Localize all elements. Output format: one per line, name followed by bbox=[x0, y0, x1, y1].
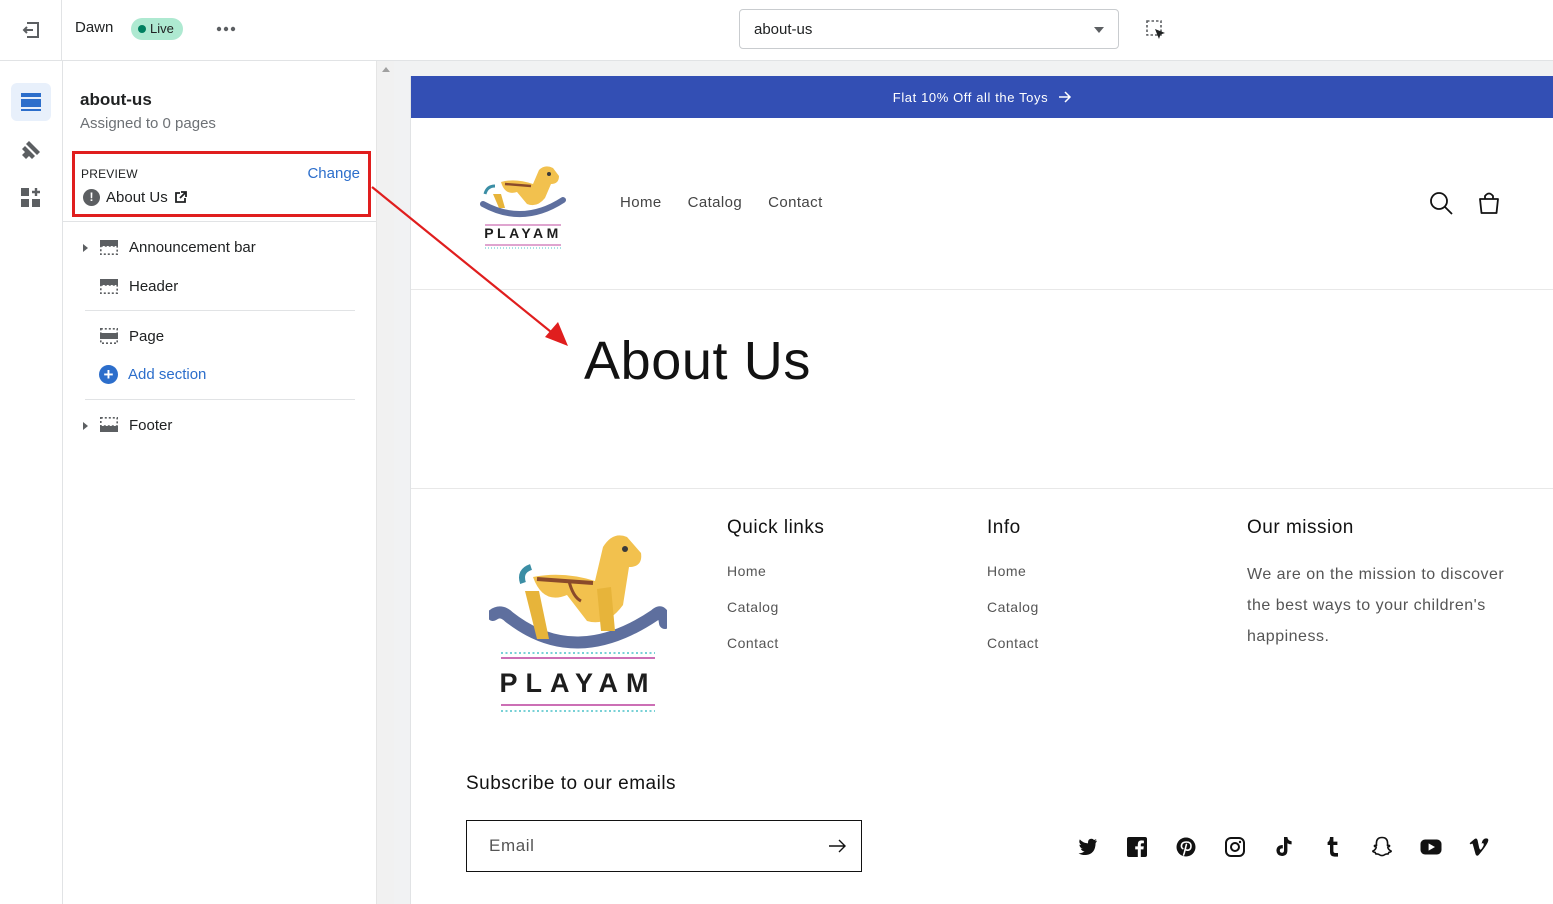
expand-icon bbox=[83, 239, 93, 256]
exit-button[interactable] bbox=[0, 0, 62, 60]
store-footer: PLAYAM Quick links Home Catalog Contact … bbox=[411, 488, 1553, 904]
status-badge: Live bbox=[131, 18, 183, 40]
social-icons bbox=[1076, 835, 1492, 859]
newsletter-heading: Subscribe to our emails bbox=[466, 773, 677, 794]
theme-name: Dawn bbox=[75, 19, 114, 36]
template-title: about-us bbox=[80, 90, 152, 109]
expand-icon bbox=[83, 417, 93, 434]
nav-link-catalog[interactable]: Catalog bbox=[688, 194, 743, 211]
section-footer[interactable]: Footer bbox=[83, 413, 172, 437]
exit-icon bbox=[22, 22, 39, 38]
header-section-icon bbox=[99, 279, 118, 294]
inspector-button[interactable] bbox=[1142, 16, 1170, 44]
search-icon[interactable] bbox=[1428, 190, 1454, 216]
external-link-icon bbox=[174, 191, 187, 203]
nav-link-home[interactable]: Home bbox=[620, 194, 662, 211]
nav-link-contact[interactable]: Contact bbox=[768, 194, 823, 211]
editor-icon-rail bbox=[0, 61, 63, 904]
tiktok-icon[interactable] bbox=[1272, 835, 1296, 859]
svg-text:PLAYAM: PLAYAM bbox=[484, 225, 562, 241]
pinterest-icon[interactable] bbox=[1174, 835, 1198, 859]
footer-section-icon bbox=[99, 416, 118, 432]
store-preview-frame: Flat 10% Off all the Toys PLAYAM Home Ca bbox=[410, 76, 1553, 904]
assigned-pages-text: Assigned to 0 pages bbox=[80, 115, 216, 132]
footer-link-contact[interactable]: Contact bbox=[727, 635, 824, 651]
cart-icon[interactable] bbox=[1476, 190, 1502, 216]
email-input[interactable] bbox=[467, 821, 817, 871]
page-template-select[interactable]: about-us bbox=[739, 9, 1119, 49]
brand-logo[interactable]: PLAYAM bbox=[475, 152, 571, 252]
plus-circle-icon: + bbox=[99, 365, 118, 384]
preview-panel: PREVIEW Change ! About Us bbox=[72, 151, 371, 217]
paint-brush-icon bbox=[22, 141, 40, 159]
youtube-icon[interactable] bbox=[1419, 835, 1443, 859]
chevron-down-icon bbox=[1094, 27, 1104, 33]
scroll-up-icon[interactable] bbox=[382, 67, 390, 72]
theme-settings-tab[interactable] bbox=[11, 131, 51, 169]
select-inspector-icon bbox=[1146, 20, 1165, 39]
footer-info: Info Home Catalog Contact bbox=[987, 517, 1039, 671]
facebook-icon[interactable] bbox=[1125, 835, 1149, 859]
footer-mission: Our mission We are on the mission to dis… bbox=[1247, 517, 1507, 652]
page-template-select-value: about-us bbox=[754, 21, 813, 38]
footer-link-catalog[interactable]: Catalog bbox=[727, 599, 824, 615]
change-preview-button[interactable]: Change bbox=[307, 165, 360, 182]
section-label: Page bbox=[129, 327, 165, 345]
newsletter-form bbox=[466, 820, 862, 872]
footer-heading: Info bbox=[987, 517, 1021, 538]
arrow-right-icon[interactable] bbox=[827, 836, 847, 856]
add-section-button[interactable]: + Add section bbox=[99, 365, 206, 384]
footer-link-home[interactable]: Home bbox=[987, 563, 1039, 579]
main-nav: Home Catalog Contact bbox=[620, 194, 823, 211]
preview-page-link[interactable]: ! About Us bbox=[83, 189, 187, 206]
apps-icon bbox=[21, 188, 40, 207]
section-header[interactable]: Header bbox=[83, 274, 178, 298]
editor-topbar: Dawn Live about-us bbox=[0, 0, 1553, 61]
page-title: About Us bbox=[584, 331, 811, 391]
sections-sidebar: about-us Assigned to 0 pages PREVIEW Cha… bbox=[63, 61, 376, 904]
divider bbox=[85, 399, 355, 400]
sections-tab[interactable] bbox=[11, 83, 51, 121]
header-section-icon bbox=[99, 240, 118, 255]
section-page[interactable]: Page bbox=[83, 324, 164, 348]
tumblr-icon[interactable] bbox=[1321, 835, 1345, 859]
store-header: PLAYAM Home Catalog Contact bbox=[411, 118, 1553, 290]
apps-tab[interactable] bbox=[11, 179, 51, 217]
preview-page-name: About Us bbox=[106, 189, 168, 206]
arrow-right-icon bbox=[1059, 91, 1072, 103]
more-actions-button[interactable] bbox=[212, 18, 240, 40]
preview-canvas: Flat 10% Off all the Toys PLAYAM Home Ca bbox=[394, 61, 1553, 904]
more-horizontal-icon bbox=[216, 26, 236, 32]
sections-icon bbox=[21, 93, 41, 111]
alert-icon: ! bbox=[83, 189, 100, 206]
footer-brand-logo[interactable]: PLAYAM bbox=[489, 527, 667, 719]
mission-text: We are on the mission to discover the be… bbox=[1247, 566, 1505, 645]
template-section-icon bbox=[99, 327, 118, 344]
divider bbox=[63, 221, 376, 222]
section-label: Footer bbox=[129, 416, 173, 434]
section-label: Announcement bar bbox=[129, 238, 256, 256]
footer-link-catalog[interactable]: Catalog bbox=[987, 599, 1039, 615]
footer-heading: Quick links bbox=[727, 517, 825, 538]
footer-heading: Our mission bbox=[1247, 517, 1354, 538]
add-section-label: Add section bbox=[128, 366, 207, 383]
divider bbox=[85, 310, 355, 311]
announcement-text: Flat 10% Off all the Toys bbox=[892, 89, 1049, 105]
footer-link-contact[interactable]: Contact bbox=[987, 635, 1039, 651]
announcement-bar[interactable]: Flat 10% Off all the Toys bbox=[411, 76, 1553, 118]
svg-text:PLAYAM: PLAYAM bbox=[499, 668, 656, 698]
section-announcement-bar[interactable]: Announcement bar bbox=[83, 235, 256, 259]
sidebar-scrollbar[interactable] bbox=[376, 61, 394, 904]
live-dot bbox=[138, 25, 146, 33]
section-label: Header bbox=[129, 277, 179, 295]
snapchat-icon[interactable] bbox=[1370, 835, 1394, 859]
vimeo-icon[interactable] bbox=[1468, 835, 1492, 859]
footer-quick-links: Quick links Home Catalog Contact bbox=[727, 517, 824, 671]
instagram-icon[interactable] bbox=[1223, 835, 1247, 859]
preview-label: PREVIEW bbox=[81, 167, 138, 181]
twitter-icon[interactable] bbox=[1076, 835, 1100, 859]
footer-link-home[interactable]: Home bbox=[727, 563, 824, 579]
status-badge-label: Live bbox=[150, 21, 174, 36]
